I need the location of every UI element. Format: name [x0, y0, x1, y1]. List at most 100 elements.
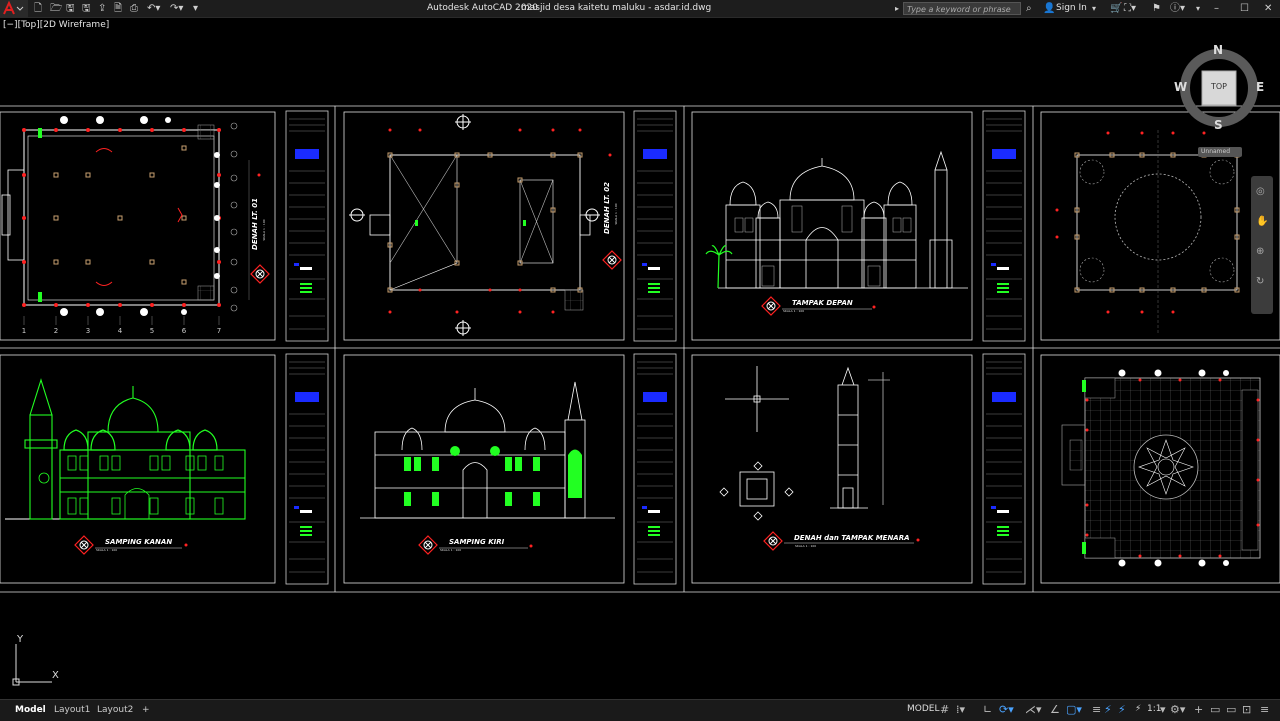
drawing-area[interactable]: DENAH LT. 01 SKALA 1 : 100 1 2 3 4 5 6 7: [0, 17, 1280, 699]
object-snap-tracking-icon[interactable]: ∠: [1050, 703, 1060, 717]
zoom-extents-icon[interactable]: ⊕: [1256, 246, 1264, 257]
sign-in-link[interactable]: Sign In: [1056, 2, 1087, 15]
left-elevation-label: SAMPING KIRI SKALA 1 : 100: [418, 535, 533, 555]
samping-kanan-scale: SKALA 1 : 100: [96, 548, 117, 552]
annotation-scale-icon[interactable]: ⚡: [1135, 704, 1141, 714]
scale-dropdown-icon[interactable]: ▾: [1160, 703, 1166, 717]
minaret-label: DENAH dan TAMPAK MENARA SKALA 1 : 100: [763, 531, 920, 551]
grid-icon[interactable]: #: [940, 703, 949, 717]
viewport-controls[interactable]: [−][Top][2D Wireframe]: [3, 20, 109, 30]
viewcube[interactable]: TOP N S W E: [1168, 40, 1272, 140]
model-space-canvas: DENAH LT. 01 SKALA 1 : 100 1 2 3 4 5 6 7: [0, 105, 1280, 593]
right-elevation-label: SAMPING KANAN SKALA 1 : 100: [74, 535, 188, 555]
quick-properties-icon[interactable]: ▭: [1226, 703, 1236, 717]
compass-south[interactable]: S: [1214, 118, 1223, 132]
app-menu-button[interactable]: [0, 0, 28, 17]
model-space-toggle[interactable]: MODEL: [907, 704, 939, 714]
compass-north[interactable]: N: [1213, 43, 1223, 57]
front-elevation-label: TAMPAK DEPAN SKALA 1 : 100: [761, 296, 876, 316]
file-name: masjid desa kaitetu maluku - asdar.id.dw…: [521, 3, 712, 13]
search-input[interactable]: Type a keyword or phrase: [903, 2, 1021, 15]
annotation-monitor-icon[interactable]: +: [1194, 703, 1203, 717]
grid-label: 5: [150, 327, 154, 335]
front-elevation: [718, 150, 968, 289]
save-icon[interactable]: 🖫: [66, 2, 75, 15]
cart-icon[interactable]: 🛒: [1110, 2, 1122, 15]
maximize-icon[interactable]: ☐: [1240, 2, 1249, 15]
expand-arrow-icon[interactable]: ▸: [895, 2, 899, 15]
denah-lt02-scale: SKALA 1 : 100: [614, 203, 618, 224]
user-icon[interactable]: 👤: [1043, 2, 1055, 15]
customization-icon[interactable]: ≡: [1260, 703, 1269, 717]
more-icon[interactable]: ▾: [1196, 2, 1200, 15]
autocad-logo-icon: [3, 0, 24, 15]
tab-layout2[interactable]: Layout2: [91, 703, 139, 717]
units-icon[interactable]: ▭: [1210, 703, 1220, 717]
online-community-icon[interactable]: ⚑: [1152, 2, 1161, 15]
viewcube-top-label: TOP: [1210, 82, 1227, 91]
minaret-plan-elevation: [719, 366, 890, 521]
title-blocks: [285, 110, 1026, 585]
ucs-y-label: Y: [17, 634, 24, 645]
samping-kiri-title: SAMPING KIRI: [449, 538, 505, 546]
web-upload-icon[interactable]: ⇪: [98, 2, 106, 15]
customize-toolbar-icon[interactable]: ▾: [193, 2, 198, 15]
grid-label: 1: [22, 327, 26, 335]
close-icon[interactable]: ✕: [1264, 2, 1272, 15]
print-icon[interactable]: ⎙: [130, 2, 138, 15]
tab-layout1[interactable]: Layout1: [48, 703, 96, 717]
grid-label: 6: [182, 327, 187, 335]
isometric-drafting-icon[interactable]: ⋌▾: [1025, 703, 1042, 717]
title-bar: 🗋 🗁 🖫 🖫 ⇪ 🗎 ⎙ ↶▾ ↷▾ ▾ Autodesk AutoCAD 2…: [0, 0, 1280, 18]
tab-model[interactable]: Model: [9, 703, 52, 717]
lineweight-icon[interactable]: ≡: [1092, 703, 1101, 717]
ortho-icon[interactable]: ∟: [983, 703, 992, 717]
denah-lt01-scale: SKALA 1 : 100: [262, 219, 266, 240]
isolate-objects-icon[interactable]: ⊡: [1242, 703, 1251, 717]
sign-in-dropdown-icon[interactable]: ▾: [1092, 2, 1096, 15]
grid-label: 4: [118, 327, 123, 335]
floor-plan-lt02: DENAH LT. 02 SKALA 1 : 100: [349, 114, 622, 336]
ucs-dropdown[interactable]: Unnamed: [1198, 147, 1242, 157]
ucs-name: Unnamed: [1201, 148, 1231, 155]
samping-kiri-scale: SKALA 1 : 100: [440, 548, 461, 552]
autodesk-account-icon[interactable]: ⛶▾: [1124, 2, 1136, 15]
denah-lt01-title: DENAH LT. 01: [251, 198, 259, 250]
annotation-visibility-icon[interactable]: ⚡: [1104, 703, 1112, 717]
workspace-gear-icon[interactable]: ⚙▾: [1170, 703, 1185, 717]
compass-east[interactable]: E: [1256, 80, 1264, 94]
plot-icon[interactable]: 🗎: [114, 2, 122, 15]
grid-labels: 1 2 3 4 5 6 7: [22, 327, 221, 335]
save-as-icon[interactable]: 🖫: [82, 2, 91, 15]
help-icon[interactable]: ⓘ▾: [1170, 2, 1185, 15]
samping-kanan-title: SAMPING KANAN: [105, 538, 172, 546]
snap-mode-icon[interactable]: ⁞▾: [956, 703, 965, 717]
compass-west[interactable]: W: [1174, 80, 1187, 94]
search-icon[interactable]: ⌕: [1026, 2, 1032, 15]
site-plan: [1055, 130, 1262, 335]
grid-label: 7: [217, 327, 221, 335]
grid-label: 2: [54, 327, 58, 335]
tampak-depan-scale: SKALA 1 : 100: [783, 309, 804, 313]
denah-menara-scale: SKALA 1 : 100: [795, 544, 816, 548]
tile-floor-plan: [1061, 369, 1261, 567]
palm-tree-icon: [705, 245, 733, 289]
denah-menara-title: DENAH dan TAMPAK MENARA: [794, 534, 910, 542]
open-file-icon[interactable]: 🗁: [50, 2, 62, 15]
right-elevation: [5, 378, 246, 520]
ucs-x-label: X: [52, 670, 59, 681]
redo-icon[interactable]: ↷▾: [170, 2, 183, 15]
orbit-icon[interactable]: ↻: [1256, 276, 1264, 287]
object-snap-icon[interactable]: ▢▾: [1066, 703, 1082, 717]
pan-icon[interactable]: ✋: [1256, 216, 1268, 227]
denah-lt02-title: DENAH LT. 02: [603, 182, 611, 234]
new-file-icon[interactable]: 🗋: [34, 2, 42, 15]
full-navigation-wheel-icon[interactable]: ◎: [1256, 186, 1265, 197]
polar-tracking-icon[interactable]: ⟳▾: [999, 703, 1014, 717]
undo-icon[interactable]: ↶▾: [147, 2, 160, 15]
minimize-icon[interactable]: –: [1214, 2, 1219, 15]
auto-scale-icon[interactable]: ⚡: [1118, 703, 1126, 717]
navigation-bar[interactable]: ◎ ✋ ⊕ ↻: [1251, 176, 1273, 314]
status-bar: Model Layout1 Layout2 + MODEL # ⁞▾ ∟ ⟳▾ …: [0, 699, 1280, 721]
add-layout-button[interactable]: +: [136, 703, 156, 717]
